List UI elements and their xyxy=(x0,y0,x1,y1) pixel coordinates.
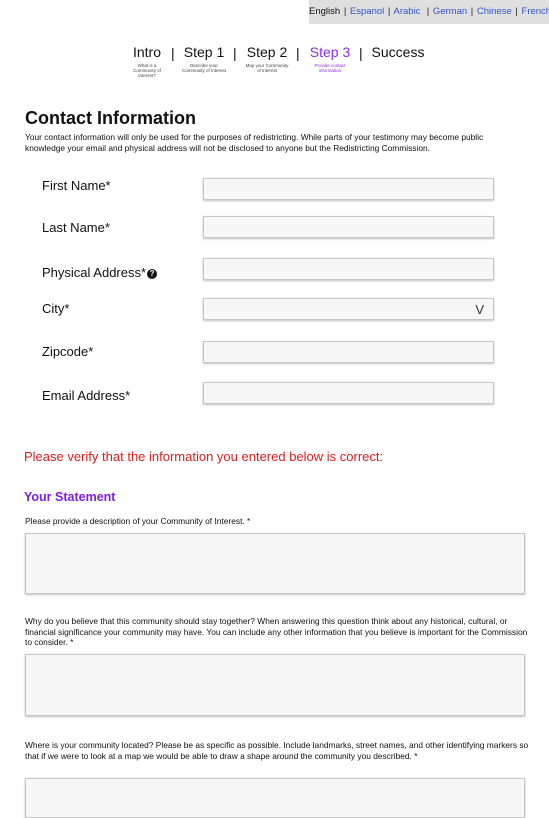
language-bar: English | Espanol | Arabic | German | Ch… xyxy=(309,0,549,24)
city-select[interactable]: V xyxy=(203,298,494,320)
first-name-input[interactable] xyxy=(203,178,494,200)
language-separator: | xyxy=(343,6,347,17)
step-2[interactable]: Step 2 Map your Community of Interest xyxy=(245,44,289,73)
city-label: City* xyxy=(42,301,70,316)
language-separator: | xyxy=(424,6,430,17)
community-description-textarea[interactable] xyxy=(25,533,525,594)
email-label: Email Address* xyxy=(42,388,131,403)
language-french[interactable]: French xyxy=(522,6,549,17)
statement-title: Your Statement xyxy=(24,490,116,504)
community-description-label: Please provide a description of your Com… xyxy=(25,516,251,526)
verify-message: Please verify that the information you e… xyxy=(24,449,384,464)
language-separator: | xyxy=(387,6,391,17)
step-label: Step 2 xyxy=(246,44,288,60)
email-input[interactable] xyxy=(203,382,494,404)
step-description: Provide contact information xyxy=(314,63,346,73)
step-separator: | xyxy=(296,45,300,61)
community-location-label: Where is your community located? Please … xyxy=(25,740,529,761)
physical-address-input[interactable] xyxy=(203,258,494,280)
stay-together-label: Why do you believe that this community s… xyxy=(25,616,528,647)
help-icon[interactable]: ? xyxy=(147,269,158,279)
step-description: Map your Community of Interest xyxy=(245,63,289,73)
last-name-label: Last Name* xyxy=(42,220,110,235)
language-chinese[interactable]: Chinese xyxy=(477,6,512,17)
chevron-down-icon: V xyxy=(475,302,484,317)
step-separator: | xyxy=(359,45,363,61)
community-location-textarea[interactable] xyxy=(25,778,525,818)
contact-title: Contact Information xyxy=(25,108,196,128)
step-label: Step 3 xyxy=(309,44,351,60)
step-label: Step 1 xyxy=(183,44,225,60)
language-english[interactable]: English xyxy=(309,6,340,17)
contact-description: Your contact information will only be us… xyxy=(25,132,484,153)
step-intro[interactable]: Intro What is a Community of Interest? xyxy=(128,44,166,78)
step-separator: | xyxy=(233,45,237,61)
stay-together-textarea[interactable] xyxy=(25,654,525,716)
first-name-label: First Name* xyxy=(42,178,111,193)
step-separator: | xyxy=(171,45,175,61)
step-success[interactable]: Success xyxy=(371,44,425,60)
language-separator: | xyxy=(515,6,518,17)
step-navigation: Intro What is a Community of Interest? |… xyxy=(0,44,549,84)
step-label: Intro xyxy=(132,44,161,60)
step-1[interactable]: Step 1 Describe your Community of Intere… xyxy=(182,44,226,73)
physical-address-label: Physical Address* xyxy=(42,265,147,280)
language-espanol[interactable]: Espanol xyxy=(350,6,384,17)
zipcode-label: Zipcode* xyxy=(42,344,94,359)
step-description: What is a Community of Interest? xyxy=(133,63,161,78)
step-description: Describe your Community of Interest xyxy=(182,63,227,73)
language-arabic[interactable]: Arabic xyxy=(394,6,421,17)
language-german[interactable]: German xyxy=(433,6,467,17)
step-3[interactable]: Step 3 Provide contact information xyxy=(308,44,352,73)
physical-address-label-group: Physical Address*? xyxy=(42,265,158,280)
zipcode-input[interactable] xyxy=(203,341,494,363)
language-separator: | xyxy=(470,6,474,17)
step-label: Success xyxy=(371,44,425,60)
last-name-input[interactable] xyxy=(203,216,494,238)
